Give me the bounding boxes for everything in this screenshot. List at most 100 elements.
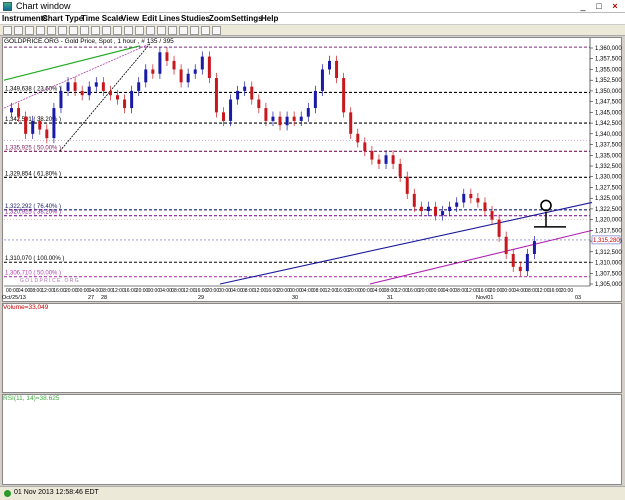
candle-body <box>490 211 494 220</box>
candle-body <box>426 206 430 212</box>
y-tick-label: 1,350,000 <box>595 89 622 95</box>
candle-body <box>137 82 141 91</box>
y-tick-label: 1,322,500 <box>595 207 622 213</box>
candle-body <box>193 69 197 74</box>
candle-body <box>66 82 70 91</box>
y-tick-label: 1,337,500 <box>595 143 622 149</box>
annotation-circle <box>540 199 552 212</box>
candle-body <box>398 163 402 177</box>
fib-level-label: 1,306,710 ( 50.00% ) <box>5 271 61 277</box>
candle-body <box>250 86 254 100</box>
candle-body <box>441 211 445 216</box>
candle-body <box>532 241 536 254</box>
watermark-text: G O L D P R I C E . O R G <box>20 278 79 284</box>
volume-label: Volume=33,049 <box>3 304 49 311</box>
candle-body <box>356 133 360 143</box>
candle-body <box>313 90 317 109</box>
y-tick-label: 1,355,000 <box>595 67 622 73</box>
candle-body <box>179 69 183 83</box>
y-tick-label: 1,357,500 <box>595 57 622 63</box>
volume-pane[interactable] <box>2 303 622 393</box>
candle-body <box>292 116 296 121</box>
candle-body <box>130 90 134 109</box>
candle-body <box>455 202 459 207</box>
candle-body <box>207 56 211 79</box>
fib-level-label: 1,349,638 ( 23.60% ) <box>5 86 61 92</box>
y-tick-label: 1,325,000 <box>595 196 622 202</box>
candle-body <box>10 108 13 113</box>
candle-body <box>172 60 176 70</box>
current-price-tag: 1,315,280 <box>593 238 620 244</box>
pink-trend-line <box>3 43 151 109</box>
y-tick-label: 1,345,000 <box>595 110 622 116</box>
candle-body <box>377 159 381 164</box>
candle-body <box>87 86 91 96</box>
candle-body <box>116 95 119 100</box>
x-date-label: Oct/25/13 <box>2 295 26 301</box>
candle-body <box>405 176 409 194</box>
candle-body <box>229 99 233 121</box>
candle-body <box>342 78 346 113</box>
candle-body <box>370 150 374 160</box>
candle-body <box>17 108 21 117</box>
y-tick-label: 1,352,500 <box>595 78 622 84</box>
candle-body <box>328 60 331 70</box>
y-tick-label: 1,317,500 <box>595 228 622 234</box>
x-date-label: 31 <box>387 295 393 301</box>
candle-body <box>469 193 473 199</box>
x-date-label: 28 <box>101 295 107 301</box>
candle-body <box>391 155 395 164</box>
green-trend-line <box>3 45 141 81</box>
candle-body <box>320 69 324 91</box>
y-tick-label: 1,307,500 <box>595 271 622 277</box>
x-date-label: 27 <box>88 295 94 301</box>
candle-body <box>24 116 28 134</box>
candle-body <box>299 116 303 121</box>
candle-body <box>108 90 112 96</box>
fib-level-label: 1,329,854 ( 61.80% ) <box>5 171 61 177</box>
candle-body <box>222 112 225 121</box>
navy-channel-line <box>219 201 593 285</box>
candle-body <box>73 82 77 91</box>
x-date-label: 30 <box>292 295 298 301</box>
x-time-label: 20:00 <box>561 288 574 294</box>
y-tick-label: 1,310,000 <box>595 261 622 267</box>
rsi-label: RSI(11, 14)=38.625 <box>3 395 60 402</box>
fib-level-label: 1,310,070 ( 100.00% ) <box>5 256 64 262</box>
candle-body <box>497 219 501 237</box>
candle-body <box>278 116 282 126</box>
candle-body <box>101 82 105 91</box>
candle-body <box>363 142 367 151</box>
y-tick-label: 1,327,500 <box>595 185 622 191</box>
rsi-pane[interactable] <box>2 394 622 485</box>
candle-body <box>476 198 480 203</box>
candle-body <box>94 82 98 87</box>
candle-body <box>200 56 204 70</box>
candle-body <box>434 206 437 216</box>
candle-body <box>412 193 416 207</box>
status-datetime: 01 Nov 2013 12:58:46 EDT <box>14 489 99 496</box>
candle-body <box>483 202 487 212</box>
y-tick-label: 1,332,500 <box>595 164 622 170</box>
candle-body <box>504 236 508 254</box>
candle-body <box>45 129 49 139</box>
y-tick-label: 1,340,000 <box>595 132 622 138</box>
candle-body <box>31 120 35 134</box>
y-tick-label: 1,320,000 <box>595 218 622 224</box>
x-date-label: 03 <box>575 295 581 301</box>
fib-level-label: 1,320,925 ( 38.20% ) <box>5 210 61 216</box>
candle-body <box>525 253 529 272</box>
black-trend-line <box>59 43 151 152</box>
candle-body <box>285 116 289 126</box>
y-tick-label: 1,335,000 <box>595 153 622 159</box>
y-tick-label: 1,342,500 <box>595 121 622 127</box>
fib-level-label: 1,335,925 ( 50.00% ) <box>5 145 61 151</box>
x-date-label: Nov/01 <box>476 295 493 301</box>
candle-body <box>384 155 388 164</box>
candle-body <box>419 206 423 212</box>
candle-body <box>165 52 169 61</box>
candle-body <box>462 193 466 203</box>
candle-body <box>59 90 63 109</box>
candle-body <box>518 266 522 272</box>
candle-body <box>264 108 268 121</box>
